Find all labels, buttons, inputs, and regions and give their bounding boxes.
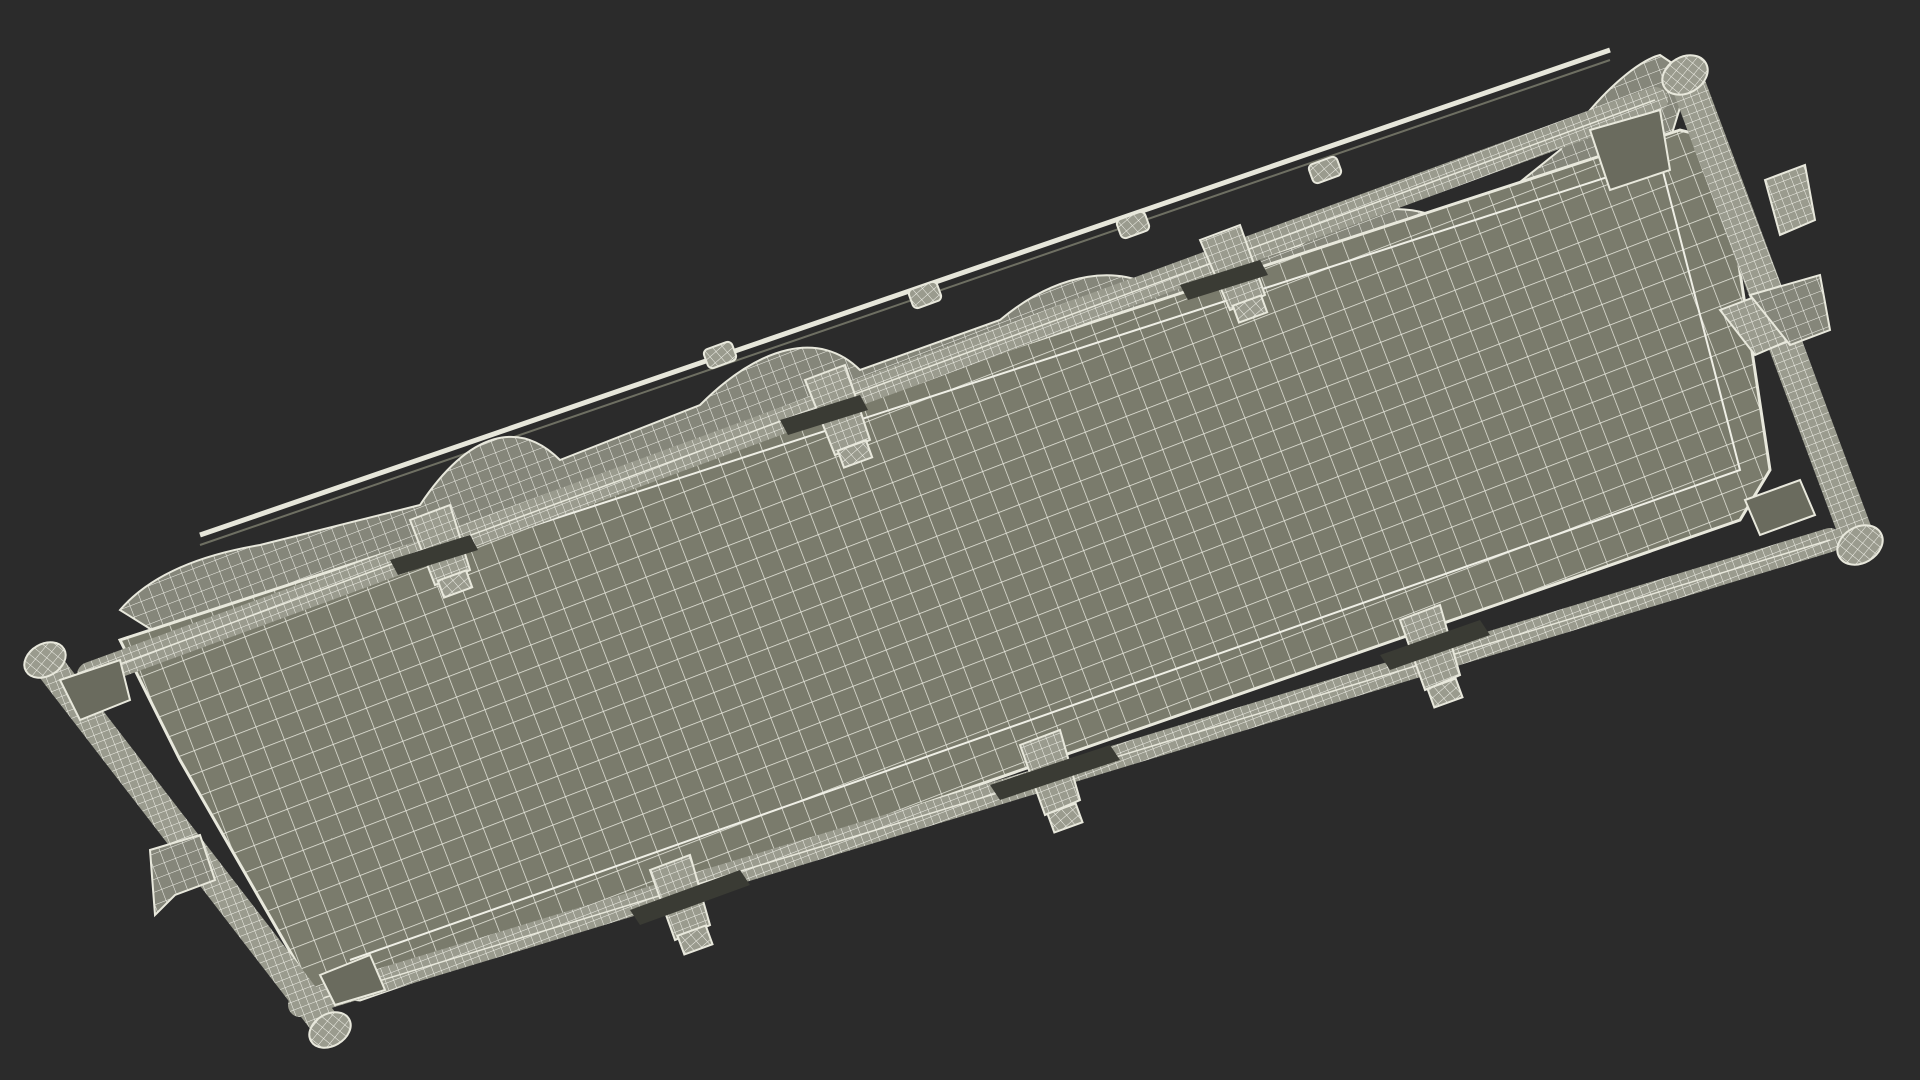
buckle-3: [1115, 210, 1151, 240]
buckle-1: [702, 340, 738, 370]
buckle-4: [1307, 155, 1343, 185]
render-viewport: [0, 0, 1920, 1080]
stretcher-wireframe-render: [23, 47, 1884, 1049]
buckle-2: [907, 280, 943, 310]
